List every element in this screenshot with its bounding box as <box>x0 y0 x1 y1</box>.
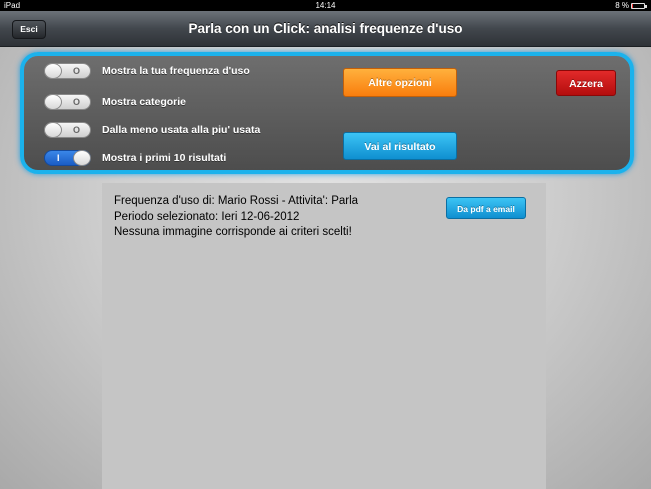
battery-percent: 8 % <box>615 1 629 10</box>
battery-icon <box>631 2 647 9</box>
go-to-result-button[interactable]: Vai al risultato <box>343 132 457 160</box>
reset-button[interactable]: Azzera <box>556 70 616 96</box>
result-text: Frequenza d'uso di: Mario Rossi - Attivi… <box>114 194 358 241</box>
option-row-frequency[interactable]: O Mostra la tua frequenza d'uso <box>44 63 250 79</box>
option-row-categories[interactable]: O Mostra categorie <box>44 94 186 110</box>
toggle-switch[interactable]: O <box>44 94 91 110</box>
options-panel: O Mostra la tua frequenza d'uso O Mostra… <box>20 52 634 174</box>
toggle-mark: I <box>57 153 60 163</box>
toggle-mark: O <box>72 97 80 107</box>
result-period-line: Periodo selezionato: Ieri 12-06-2012 <box>114 210 300 223</box>
battery-level-fill <box>632 3 633 8</box>
toggle-knob <box>44 122 62 138</box>
toggle-switch[interactable]: I <box>44 150 91 166</box>
option-label: Mostra la tua frequenza d'uso <box>102 65 250 77</box>
status-bar: iPad 14:14 8 % <box>0 0 651 11</box>
toggle-switch[interactable]: O <box>44 122 91 138</box>
result-message-line: Nessuna immagine corrisponde ai criteri … <box>114 226 352 238</box>
toggle-knob <box>44 63 62 79</box>
clock: 14:14 <box>315 1 336 10</box>
toggle-knob <box>73 150 91 166</box>
option-row-top-ten[interactable]: I Mostra i primi 10 risultati <box>44 150 226 166</box>
more-options-button[interactable]: Altre opzioni <box>343 68 457 97</box>
app-screen: iPad 14:14 8 % Esci Parla con un Click: … <box>0 0 651 489</box>
battery-indicator: 8 % <box>615 0 647 11</box>
option-row-sort-order[interactable]: O Dalla meno usata alla piu' usata <box>44 122 260 138</box>
toggle-mark: O <box>72 125 80 135</box>
toggle-switch[interactable]: O <box>44 63 91 79</box>
result-area: Frequenza d'uso di: Mario Rossi - Attivi… <box>102 183 546 489</box>
option-label: Mostra categorie <box>102 96 187 108</box>
navigation-bar: Esci Parla con un Click: analisi frequen… <box>0 11 651 47</box>
toggle-knob <box>44 94 62 110</box>
option-label: Mostra i primi 10 risultati <box>102 152 227 164</box>
page-title: Parla con un Click: analisi frequenze d'… <box>188 21 463 36</box>
result-frequency-line: Frequenza d'uso di: Mario Rossi - Attivi… <box>114 195 359 207</box>
option-label: Dalla meno usata alla piu' usata <box>102 124 261 136</box>
toggle-mark: O <box>72 66 80 76</box>
pdf-email-button[interactable]: Da pdf a email <box>446 197 526 219</box>
